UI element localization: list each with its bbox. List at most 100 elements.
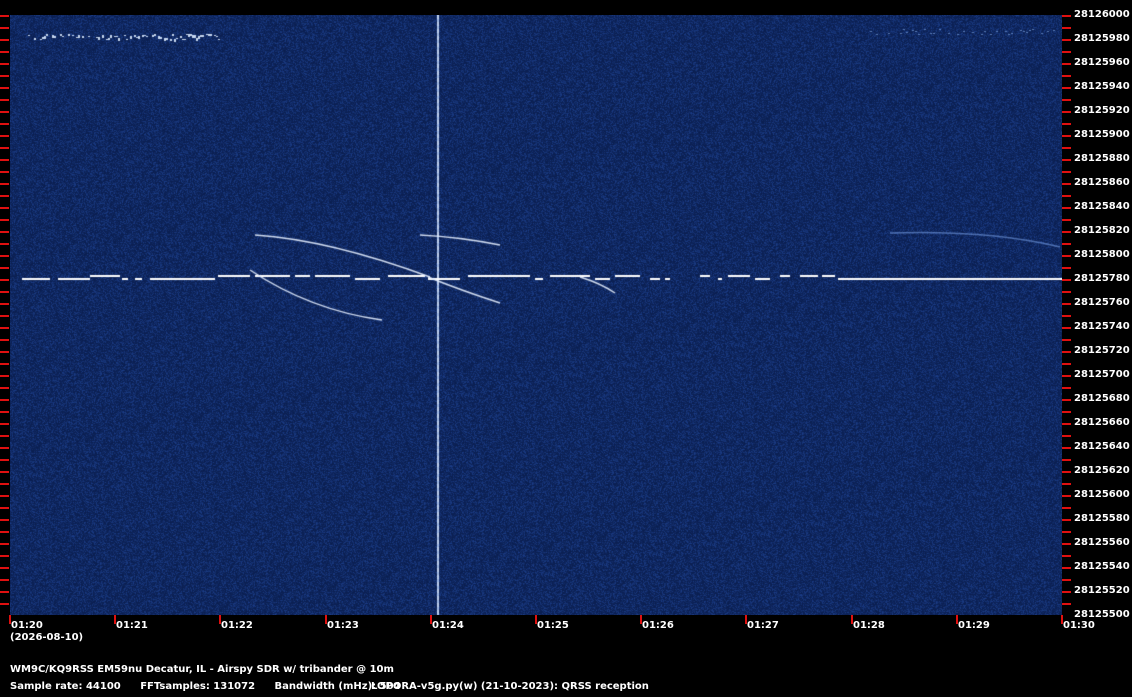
tick-mark (0, 159, 9, 161)
freq-label: 28125940 (1074, 81, 1130, 92)
software-info: LOPORA-v5g.py(w) (21-10-2023): QRSS rece… (371, 681, 649, 692)
tick-mark (1062, 507, 1071, 509)
tick-mark (1062, 543, 1071, 545)
tick-mark (0, 363, 9, 365)
tick-mark (9, 615, 11, 624)
tick-mark (956, 615, 958, 624)
tick-mark (1062, 471, 1071, 473)
tick-mark (0, 399, 9, 401)
tick-mark (1062, 15, 1071, 17)
tick-mark (0, 543, 9, 545)
tick-mark (1062, 495, 1071, 497)
time-label: 01:23 (327, 620, 359, 631)
tick-mark (1062, 39, 1071, 41)
freq-label: 28125840 (1074, 201, 1130, 212)
time-label: 01:20 (11, 620, 43, 631)
tick-mark (1062, 315, 1071, 317)
tick-mark (0, 27, 9, 29)
freq-label: 28125700 (1074, 369, 1130, 380)
tick-mark (851, 615, 853, 624)
freq-label: 28125960 (1074, 57, 1130, 68)
tick-mark (1062, 255, 1071, 257)
tick-mark (1062, 171, 1071, 173)
tick-mark (0, 207, 9, 209)
tick-mark (1062, 111, 1071, 113)
tick-mark (1061, 615, 1063, 624)
tick-mark (0, 375, 9, 377)
time-label: 01:26 (642, 620, 674, 631)
tick-mark (0, 351, 9, 353)
tick-mark (1062, 459, 1071, 461)
tick-mark (0, 51, 9, 53)
time-label: 01:25 (537, 620, 569, 631)
freq-label: 28125520 (1074, 585, 1130, 596)
tick-mark (1062, 303, 1071, 305)
waterfall-spectrogram (10, 15, 1062, 615)
freq-label: 28125900 (1074, 129, 1130, 140)
tick-mark (1062, 327, 1071, 329)
tick-mark (0, 243, 9, 245)
tick-mark (0, 87, 9, 89)
tick-mark (1062, 219, 1071, 221)
tick-mark (219, 615, 221, 624)
tick-mark (1062, 339, 1071, 341)
time-label: 01:22 (221, 620, 253, 631)
tick-mark (0, 471, 9, 473)
tick-mark (0, 531, 9, 533)
station-info: WM9C/KQ9RSS EM59nu Decatur, IL - Airspy … (10, 664, 394, 675)
tick-mark (640, 615, 642, 624)
freq-label: 28125560 (1074, 537, 1130, 548)
freq-label: 28125920 (1074, 105, 1130, 116)
tick-mark (0, 75, 9, 77)
capture-parameters: Sample rate: 44100 FFTsamples: 131072 Ba… (10, 681, 417, 693)
tick-mark (1062, 579, 1071, 581)
tick-mark (0, 567, 9, 569)
tick-mark (1062, 375, 1071, 377)
tick-mark (1062, 159, 1071, 161)
freq-label: 28125540 (1074, 561, 1130, 572)
tick-mark (0, 255, 9, 257)
tick-mark (1062, 531, 1071, 533)
tick-mark (1062, 27, 1071, 29)
tick-mark (1062, 483, 1071, 485)
tick-mark (0, 579, 9, 581)
freq-label: 28125800 (1074, 249, 1130, 260)
tick-mark (0, 459, 9, 461)
tick-mark (1062, 99, 1071, 101)
tick-mark (0, 303, 9, 305)
tick-mark (1062, 519, 1071, 521)
tick-mark (1062, 123, 1071, 125)
tick-mark (1062, 195, 1071, 197)
time-label: 01:21 (116, 620, 148, 631)
tick-mark (1062, 75, 1071, 77)
tick-mark (0, 507, 9, 509)
tick-mark (535, 615, 537, 624)
tick-mark (0, 123, 9, 125)
tick-mark (0, 483, 9, 485)
freq-label: 28125580 (1074, 513, 1130, 524)
freq-label: 28125640 (1074, 441, 1130, 452)
tick-mark (0, 519, 9, 521)
tick-mark (0, 603, 9, 605)
freq-label: 28125820 (1074, 225, 1130, 236)
tick-mark (0, 315, 9, 317)
tick-mark (0, 423, 9, 425)
tick-mark (1062, 555, 1071, 557)
tick-mark (0, 267, 9, 269)
tick-mark (0, 279, 9, 281)
tick-mark (1062, 87, 1071, 89)
tick-mark (0, 171, 9, 173)
tick-mark (1062, 567, 1071, 569)
tick-mark (1062, 291, 1071, 293)
date-label: (2026-08-10) (10, 632, 84, 643)
tick-mark (0, 183, 9, 185)
tick-mark (1062, 267, 1071, 269)
tick-mark (0, 135, 9, 137)
tick-mark (0, 495, 9, 497)
freq-label: 28125880 (1074, 153, 1130, 164)
tick-mark (430, 615, 432, 624)
fft-samples: FFTsamples: 131072 (140, 681, 256, 692)
tick-mark (1062, 411, 1071, 413)
tick-mark (1062, 135, 1071, 137)
freq-label: 28125860 (1074, 177, 1130, 188)
